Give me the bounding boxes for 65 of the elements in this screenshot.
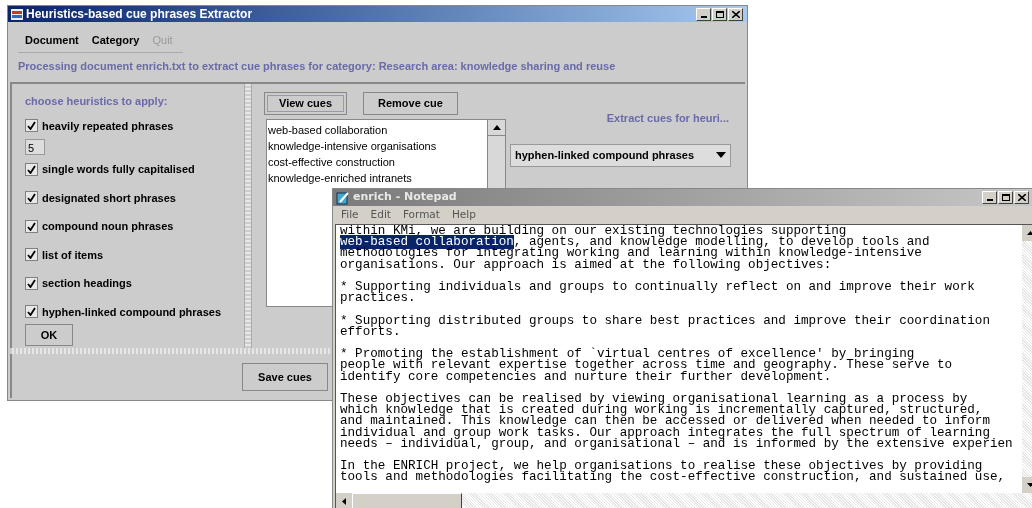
checkbox-label[interactable]: section headings (42, 275, 132, 292)
menu-item[interactable]: Document (25, 32, 79, 49)
scroll-left-icon[interactable] (342, 497, 346, 505)
text-line: people with relevant expertise together across time and geography. These serve to (340, 360, 953, 372)
scroll-up-icon[interactable] (1026, 231, 1032, 235)
text-line: * Supporting distributed groups to share best practices and improve their coordination (340, 315, 990, 327)
list-item[interactable]: web-based collaboration (267, 122, 487, 138)
action-button[interactable]: Remove cue (363, 92, 458, 115)
menu-item[interactable]: Category (91, 32, 140, 49)
checkbox[interactable] (25, 119, 38, 133)
checkbox[interactable] (25, 276, 38, 290)
text-line: tools and methodologies facilitating the cost-effective construction, and sustained use, (340, 472, 1006, 484)
text-line: efforts. (340, 326, 401, 338)
checkbox[interactable] (25, 191, 38, 205)
list-item[interactable]: knowledge-intensive organisations (267, 138, 487, 154)
checkbox-label[interactable]: heavily repeated phrases (42, 117, 174, 134)
number-field[interactable]: 5 (25, 139, 45, 155)
text-line: organisations. Our approach is aimed at the following objectives: (340, 259, 832, 271)
extract-label: Extract cues for heuri... (606, 111, 729, 126)
checkbox-label[interactable]: single words fully capitalised (42, 161, 195, 178)
text-line: individual and group work tasks. Our approach integrates the full spectrum of learning (340, 427, 990, 439)
menu-item[interactable]: File (341, 207, 359, 223)
scroll-up-icon[interactable] (492, 125, 501, 130)
scroll-down-icon[interactable] (1026, 483, 1032, 487)
text-line: needs – individual, group, and organisational – and is informed by the extensive experien (340, 438, 1013, 450)
window-title: Heuristics-based cue phrases Extractor (26, 6, 253, 23)
notepad-icon (336, 190, 350, 205)
checkbox[interactable] (25, 305, 38, 319)
app-icon (10, 7, 24, 21)
checkbox-label[interactable]: hyphen-linked compound phrases (42, 303, 222, 320)
splitter-handle[interactable] (244, 84, 252, 348)
caret-icon (716, 152, 726, 158)
text-line: methodologies for integrating working and learning within knowledge-intensive (340, 248, 922, 260)
close-button[interactable] (1014, 191, 1029, 204)
close-icon (731, 10, 740, 18)
text-line: * Supporting individuals and groups to continually reflect on and improve their work (340, 282, 975, 294)
menu-item[interactable]: Help (451, 207, 476, 223)
ok-button[interactable]: OK (25, 324, 73, 346)
close-icon (1017, 194, 1026, 201)
checkbox[interactable] (25, 219, 38, 233)
checkbox-label[interactable]: compound noun phrases (42, 218, 174, 235)
horizontal-scrollbar[interactable] (336, 493, 1032, 508)
save-cues-button[interactable]: Save cues (242, 363, 328, 391)
checkbox[interactable] (25, 248, 38, 262)
maximize-button[interactable] (712, 7, 727, 21)
status-text: Processing document enrich.txt to extract cue phrases for category: Research area: knowledge sharing and reuse (18, 58, 617, 74)
menu-item[interactable]: Format (402, 207, 440, 223)
text-line: practices. (340, 293, 416, 305)
window-title: enrich - Notepad (353, 189, 457, 206)
menu-item[interactable]: Edit (370, 207, 391, 223)
list-item[interactable]: knowledge-enriched intranets (267, 170, 487, 186)
maximize-button[interactable] (998, 191, 1013, 204)
action-button[interactable]: View cues (264, 92, 347, 115)
close-button[interactable] (728, 7, 743, 21)
checkbox-label[interactable]: list of items (42, 246, 104, 263)
heuristic-dropdown[interactable]: hyphen-linked compound phrases (510, 143, 731, 167)
minimize-button[interactable] (696, 7, 711, 21)
minimize-button[interactable] (982, 191, 997, 204)
text-line: identify core competencies and nurture their further development. (340, 371, 832, 383)
scroll-thumb[interactable] (352, 493, 462, 508)
list-item[interactable]: cost-effective construction (267, 154, 487, 170)
checkbox[interactable] (25, 162, 38, 176)
checkbox-label[interactable]: designated short phrases (42, 189, 176, 206)
text-line: and maintained. This knowledge can then be accessed or delivered when needed to inform (340, 416, 990, 428)
panel-heading: choose heuristics to apply: (25, 94, 169, 109)
